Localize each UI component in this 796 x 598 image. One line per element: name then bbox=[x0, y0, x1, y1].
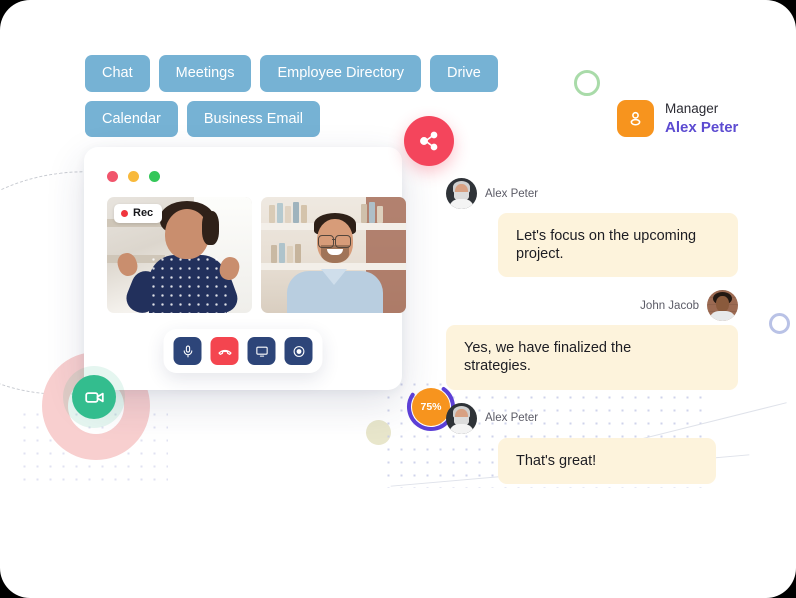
video-tile-grid: Rec bbox=[107, 197, 406, 313]
screen-share-button[interactable] bbox=[247, 337, 276, 365]
manager-name: Alex Peter bbox=[665, 118, 739, 136]
progress-label: 75% bbox=[420, 400, 442, 413]
chat-author-name: Alex Peter bbox=[485, 187, 539, 200]
chat-message-header: Alex Peter bbox=[446, 178, 738, 209]
hangup-button[interactable] bbox=[210, 337, 239, 365]
video-tile-self[interactable]: Rec bbox=[107, 197, 252, 313]
app-illustration: Chat Meetings Employee Directory Drive C… bbox=[0, 0, 796, 598]
call-control-bar bbox=[163, 329, 323, 373]
avatar[interactable] bbox=[707, 290, 738, 322]
chat-message: Alex Peter That's great! bbox=[446, 402, 738, 484]
manager-role: Manager bbox=[665, 101, 719, 117]
record-button[interactable] bbox=[284, 337, 313, 365]
nav-pill-meetings[interactable]: Meetings bbox=[158, 55, 252, 92]
manager-text: Manager Alex Peter bbox=[665, 100, 738, 136]
mic-button[interactable] bbox=[173, 337, 202, 365]
chat-bubble-row: Yes, we have finalized the strategies. bbox=[446, 325, 738, 390]
chat-author-name: Alex Peter bbox=[485, 412, 539, 424]
green-ring-decoration bbox=[574, 70, 600, 96]
video-tile-peer[interactable] bbox=[261, 197, 406, 313]
dot-grid-decoration-secondary bbox=[18, 408, 168, 488]
progress-core: 75% bbox=[412, 388, 450, 426]
feature-pill-nav: Chat Meetings Employee Directory Drive C… bbox=[85, 55, 525, 146]
avatar[interactable] bbox=[446, 178, 477, 209]
window-maximize-dot[interactable] bbox=[149, 171, 160, 182]
blue-ring-decoration bbox=[769, 313, 790, 334]
chat-thread: Alex Peter Let's focus on the upcoming p… bbox=[446, 178, 738, 497]
recording-badge: Rec bbox=[114, 204, 163, 223]
nav-pill-employee-directory[interactable]: Employee Directory bbox=[260, 55, 421, 92]
nav-pill-business-email[interactable]: Business Email bbox=[186, 100, 320, 137]
pill-row-1: Chat Meetings Employee Directory Drive bbox=[85, 55, 525, 92]
chat-bubble-row: That's great! bbox=[446, 437, 738, 484]
camera-fab[interactable] bbox=[72, 375, 116, 419]
video-call-window: Rec bbox=[84, 147, 406, 390]
chat-message: John Jacob Yes, we have finalized the st… bbox=[446, 290, 738, 390]
khaki-dot-decoration bbox=[366, 420, 391, 445]
recording-label: Rec bbox=[133, 207, 154, 219]
chat-message: Alex Peter Let's focus on the upcoming p… bbox=[446, 178, 738, 278]
person-icon bbox=[617, 100, 654, 137]
record-dot-icon bbox=[121, 210, 128, 217]
nav-pill-drive[interactable]: Drive bbox=[430, 55, 498, 92]
pill-row-2: Calendar Business Email bbox=[85, 100, 525, 137]
window-minimize-dot[interactable] bbox=[128, 171, 139, 182]
window-close-dot[interactable] bbox=[107, 171, 118, 182]
manager-badge[interactable]: Manager Alex Peter bbox=[617, 100, 738, 137]
chat-message-header: John Jacob bbox=[446, 290, 738, 322]
nav-pill-calendar[interactable]: Calendar bbox=[85, 100, 178, 137]
chat-bubble: Let's focus on the upcoming project. bbox=[498, 213, 738, 278]
window-traffic-lights bbox=[107, 171, 160, 182]
nav-pill-chat[interactable]: Chat bbox=[85, 55, 150, 92]
share-fab[interactable] bbox=[404, 116, 454, 166]
avatar[interactable] bbox=[446, 402, 477, 434]
chat-message-header: Alex Peter bbox=[446, 402, 738, 434]
chat-author-name: John Jacob bbox=[640, 299, 699, 312]
chat-bubble: That's great! bbox=[498, 437, 717, 484]
chat-bubble-row: Let's focus on the upcoming project. bbox=[446, 213, 738, 278]
chat-bubble: Yes, we have finalized the strategies. bbox=[446, 325, 738, 390]
